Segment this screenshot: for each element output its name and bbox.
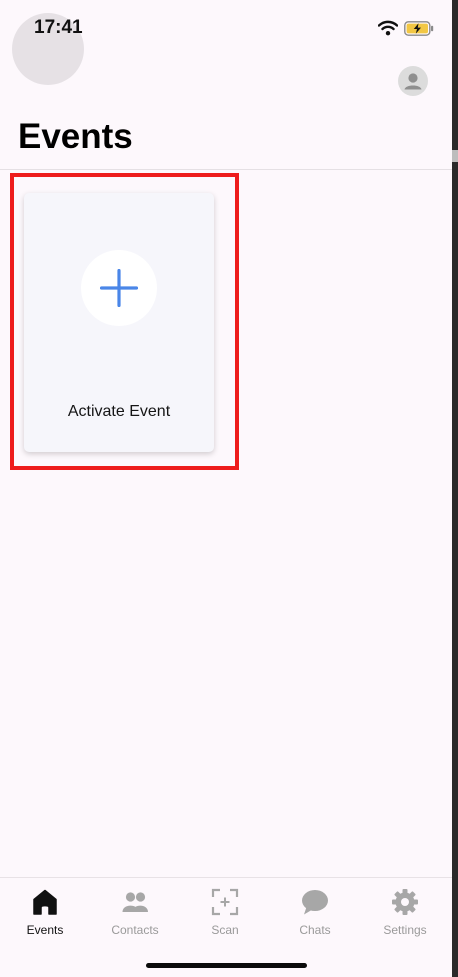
header-divider <box>0 169 452 170</box>
activate-event-card[interactable]: Activate Event <box>24 193 214 452</box>
chat-bubble-icon <box>302 890 328 915</box>
tab-label-scan: Scan <box>211 923 239 937</box>
device-edge-mark <box>452 150 458 162</box>
tab-events[interactable]: Events <box>0 878 90 948</box>
status-bar: 17:41 <box>0 0 452 85</box>
plus-icon <box>100 269 138 307</box>
people-icon <box>122 892 148 912</box>
page-title: Events <box>18 117 133 156</box>
tab-label-settings: Settings <box>383 923 427 937</box>
home-icon <box>33 889 57 915</box>
tab-label-contacts: Contacts <box>111 923 159 937</box>
tab-scan[interactable]: Scan <box>180 878 270 948</box>
tab-label-chats: Chats <box>299 923 331 937</box>
wifi-icon <box>378 20 398 36</box>
home-indicator <box>146 963 307 968</box>
tab-bar: Events Contacts Scan Chats Settings <box>0 877 452 977</box>
gear-icon <box>392 889 418 915</box>
app-screen: 17:41 Events Activate Event Events Conta… <box>0 0 452 977</box>
scan-icon <box>211 888 239 916</box>
tab-chats[interactable]: Chats <box>270 878 360 948</box>
status-time: 17:41 <box>34 17 83 38</box>
activate-event-label: Activate Event <box>67 403 171 420</box>
profile-button[interactable] <box>398 66 428 96</box>
battery-charging-icon <box>404 21 434 36</box>
person-icon <box>404 73 422 90</box>
tab-label-events: Events <box>26 923 64 937</box>
tab-settings[interactable]: Settings <box>360 878 450 948</box>
device-edge <box>452 0 458 977</box>
plus-circle <box>81 250 157 326</box>
tab-contacts[interactable]: Contacts <box>90 878 180 948</box>
